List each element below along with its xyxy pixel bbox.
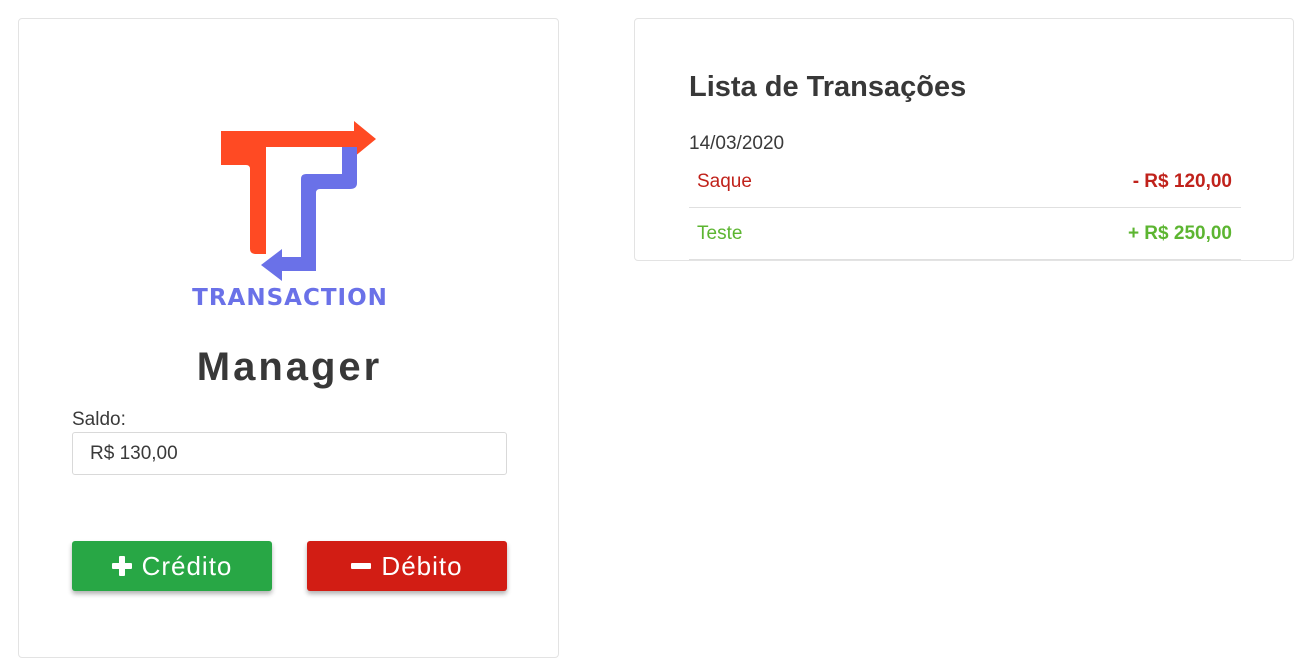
transaction-logo-icon	[221, 121, 376, 281]
transaction-row[interactable]: Saque - R$ 120,00	[689, 156, 1241, 208]
transaction-amount: + R$ 250,00	[1127, 223, 1232, 244]
debit-button-label: Débito	[381, 550, 463, 581]
credit-button[interactable]: Crédito	[72, 541, 272, 591]
transaction-date: 14/03/2020	[689, 133, 785, 154]
transactions-card: Lista de Transações 14/03/2020 Saque - R…	[634, 18, 1294, 261]
balance-card: TRANSACTION Manager Saldo: R$ 130,00 Cré…	[18, 18, 559, 658]
minus-icon	[351, 556, 372, 576]
transactions-title: Lista de Transações	[689, 71, 967, 103]
transaction-description: Teste	[697, 223, 743, 244]
credit-button-label: Crédito	[141, 550, 233, 581]
transaction-description: Saque	[697, 171, 752, 192]
transaction-amount: - R$ 120,00	[1132, 171, 1232, 192]
plus-icon	[111, 556, 132, 576]
logo-wordmark: TRANSACTION	[192, 285, 388, 311]
transaction-row[interactable]: Teste + R$ 250,00	[689, 208, 1241, 260]
balance-label: Saldo:	[72, 409, 126, 430]
balance-field[interactable]: R$ 130,00	[72, 432, 507, 475]
app-title: Manager	[196, 345, 383, 389]
transaction-logo: TRANSACTION	[184, 119, 396, 314]
debit-button[interactable]: Débito	[307, 541, 507, 591]
